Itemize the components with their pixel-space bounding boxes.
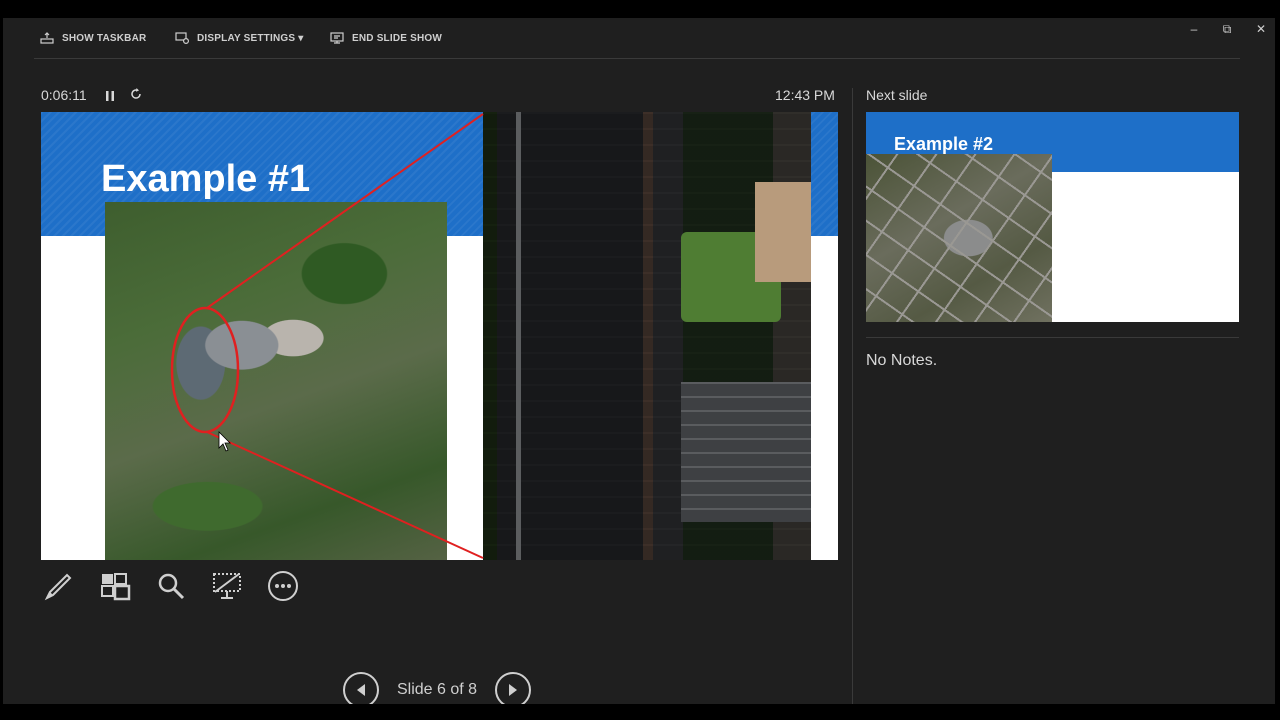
mouse-cursor-icon: [218, 431, 231, 452]
next-slide-label: Next slide: [866, 87, 928, 103]
presenter-toolbar: SHOW TASKBAR DISPLAY SETTINGS ▾ END SLID…: [3, 18, 1266, 60]
triangle-left-icon: [357, 684, 365, 696]
zoom-button[interactable]: [153, 568, 189, 604]
black-screen-button[interactable]: [209, 568, 245, 604]
end-slide-show-button[interactable]: END SLIDE SHOW: [330, 32, 442, 44]
close-icon: ✕: [1255, 22, 1267, 36]
slide-navigation: Slide 6 of 8: [343, 672, 532, 704]
current-slide[interactable]: Example #1: [41, 112, 838, 560]
magnifier-icon: [158, 573, 185, 600]
restore-button[interactable]: ⧉: [1219, 22, 1235, 37]
zoom-callout-annotation: [170, 113, 484, 559]
next-slide-thumbnail[interactable]: Example #2: [866, 112, 1239, 322]
pause-icon: [106, 91, 114, 101]
minimize-icon: –: [1190, 22, 1198, 36]
triangle-right-icon: [509, 684, 518, 696]
current-time: 12:43 PM: [775, 87, 835, 103]
presenter-view-window: SHOW TASKBAR DISPLAY SETTINGS ▾ END SLID…: [3, 18, 1275, 704]
highlight-ellipse: [170, 306, 240, 434]
taskbar-icon: [40, 32, 54, 44]
callout-line-top: [206, 113, 484, 309]
more-options-button[interactable]: [265, 568, 301, 604]
elapsed-timer: 0:06:11: [41, 87, 87, 103]
slide-tools: [41, 568, 301, 604]
pen-tool-button[interactable]: [41, 568, 77, 604]
display-settings-button[interactable]: DISPLAY SETTINGS ▾: [175, 32, 303, 44]
slide-counter: Slide 6 of 8: [397, 681, 478, 698]
more-icon: [268, 571, 298, 601]
pause-timer-button[interactable]: [105, 89, 115, 107]
next-slide-button[interactable]: [495, 672, 532, 704]
show-taskbar-label: SHOW TASKBAR: [62, 32, 147, 44]
restart-icon: [131, 88, 141, 99]
slides-grid-icon: [101, 573, 131, 601]
restore-icon: ⧉: [1222, 22, 1232, 36]
black-screen-icon: [213, 573, 241, 599]
minimize-button[interactable]: –: [1186, 22, 1202, 36]
next-slide-aerial-photo: [866, 154, 1052, 322]
show-taskbar-button[interactable]: SHOW TASKBAR: [40, 32, 146, 44]
close-button[interactable]: ✕: [1253, 22, 1269, 36]
display-settings-icon: [175, 32, 189, 44]
see-all-slides-button[interactable]: [97, 568, 133, 604]
end-slide-show-label: END SLIDE SHOW: [352, 32, 443, 44]
speaker-notes[interactable]: No Notes.: [866, 352, 937, 370]
restart-timer-button[interactable]: [129, 87, 143, 106]
display-settings-label: DISPLAY SETTINGS ▾: [197, 32, 304, 44]
callout-line-bottom: [206, 431, 484, 559]
pane-divider[interactable]: [852, 88, 853, 704]
previous-slide-button[interactable]: [343, 672, 379, 704]
end-show-icon: [330, 32, 344, 44]
toolbar-divider: [34, 58, 1240, 59]
next-slide-title: Example #2: [894, 134, 994, 154]
notes-divider: [866, 337, 1239, 338]
pen-icon: [44, 573, 72, 601]
